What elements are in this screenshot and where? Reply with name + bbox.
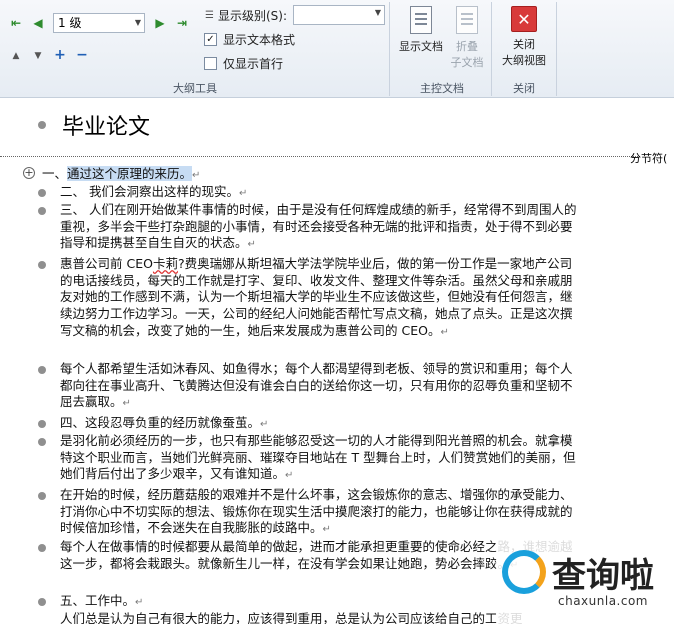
show-first-line-label: 仅显示首行 [223,57,284,71]
outline-bullet-icon[interactable] [38,207,46,215]
show-text-format-label: 显示文本格式 [223,33,296,47]
collapse-subdocuments-button[interactable]: 折叠 子文档 [447,6,487,70]
watermark-logo-icon [502,550,546,594]
paragraph-text-pre: 惠普公司前 CEO [60,256,153,271]
collapse-subdoc-label-1: 折叠 [456,40,478,53]
paragraph-mark-icon: ↵ [122,398,131,410]
close-group-label: 关闭 [513,82,535,95]
paragraph-text: 五、工作中。 [60,593,136,608]
paragraph-mark-icon: ↵ [247,239,256,251]
paragraph-text: 二、 我们会洞察出这样的现实。 [60,184,239,199]
paragraph-mark-icon: ↵ [322,524,331,536]
paragraph-mark-icon: ↵ [192,170,201,181]
demote-icon[interactable]: ▶ [152,15,168,31]
outline-paragraph[interactable]: + 一、通过这个原理的来历。↵ [23,166,580,185]
document-icon [410,6,432,34]
outline-paragraph[interactable]: 每个人都希望生活如沐春风、如鱼得水；每个人都渴望得到老板、领导的赏识和重用；每个… [38,361,580,413]
paragraph-mark-icon: ↵ [135,597,144,608]
selected-text: 通过这个原理的来历。 [67,166,193,181]
close-label-1: 关闭 [513,38,535,51]
outline-tools-group-label: 大纲工具 [173,82,217,95]
section-break-label: 分节符( [630,152,668,165]
paragraph-mark-icon: ↵ [238,188,248,199]
show-text-format-checkbox[interactable]: ✓ [204,33,217,46]
paragraph-text: 三、 人们在刚开始做某件事情的时候，由于是没有任何辉煌成绩的新手，经常得不到周围… [60,202,577,251]
section-break-line [0,156,640,157]
promote-to-heading1-icon[interactable]: ⇤ [8,15,24,31]
group-divider [389,2,390,96]
paragraph-prefix: 一、 [42,166,68,181]
subdocument-icon [456,6,478,34]
show-first-line-checkbox[interactable] [204,57,217,70]
paragraph-mark-icon: ↵ [260,419,269,430]
outline-paragraph[interactable]: 惠普公司前 CEO卡莉?费奥瑞娜从斯坦福大学法学院毕业后，做的第一份工作是一家地… [38,256,580,342]
close-label-2: 大纲视图 [502,54,546,67]
outline-paragraph[interactable]: 在开始的时候，经历蘑菇般的艰难并不是什么坏事，这会锻炼你的意志、增强你的承受能力… [38,487,580,539]
master-document-group-label: 主控文档 [420,82,464,95]
move-up-icon[interactable]: ▲ [8,48,24,64]
show-document-button[interactable]: 显示文档 [395,6,447,54]
group-divider [556,2,557,96]
outline-bullet-icon[interactable] [38,189,46,197]
outline-paragraph[interactable]: 二、 我们会洞察出这样的现实。↵ [38,184,580,203]
collapse-subdoc-label-2: 子文档 [450,56,484,69]
outline-bullet-icon[interactable] [38,420,46,428]
outline-paragraph[interactable]: 是羽化前必须经历的一步，也只有那些能够忍受这一切的人才能得到阳光普照的机会。就拿… [38,433,580,485]
chevron-down-icon: ▼ [374,8,381,17]
show-level-label: 显示级别(S): [217,9,287,23]
ribbon: ⇤ ◀ 1 级 ▼ ▶ ⇥ ▲ ▼ + − ☰ 显示级别(S): ▼ ✓ 显示文… [0,0,674,98]
show-first-line-row[interactable]: 仅显示首行 [204,55,283,72]
show-level-select[interactable]: ▼ [293,5,385,25]
outline-bullet-icon[interactable] [38,492,46,500]
show-level-icon: ☰ [205,10,214,21]
outline-bullet-icon[interactable] [38,598,46,606]
paragraph-mark-icon: ↵ [440,326,449,338]
watermark-domain: chaxunla.com [558,594,648,608]
document-title: 毕业论文 [62,115,151,140]
outline-level-value: 1 级 [58,16,82,30]
collapse-icon[interactable]: − [74,47,90,63]
promote-icon[interactable]: ◀ [30,15,46,31]
close-outline-view-button[interactable]: ✕ 关闭 大纲视图 [496,6,552,68]
show-level-row: ☰ 显示级别(S): [205,7,287,24]
move-down-icon[interactable]: ▼ [30,48,46,64]
paragraph-text: 四、这段忍辱负重的经历就像蚕茧。 [60,415,261,430]
outline-paragraph[interactable]: 三、 人们在刚开始做某件事情的时候，由于是没有任何辉煌成绩的新手，经常得不到周围… [38,202,580,254]
outline-paragraph[interactable]: 四、这段忍辱负重的经历就像蚕茧。↵ [38,415,580,434]
outline-level-select[interactable]: 1 级 ▼ [53,13,145,33]
close-icon: ✕ [511,6,537,32]
show-document-label: 显示文档 [399,40,443,53]
expand-plus-icon[interactable]: + [23,167,35,179]
outline-bullet-icon[interactable] [38,438,46,446]
paragraph-text: 是羽化前必须经历的一步，也只有那些能够忍受这一切的人才能得到阳光普照的机会。就拿… [60,433,576,482]
outline-bullet-icon[interactable] [38,544,46,552]
paragraph-text: 每个人都希望生活如沐春风、如鱼得水；每个人都渴望得到老板、领导的赏识和重用；每个… [60,361,573,410]
outline-bullet-icon[interactable] [38,261,46,269]
group-divider [491,2,492,96]
expand-icon[interactable]: + [52,47,68,63]
watermark: 查询啦 chaxunla.com [496,536,674,624]
spelling-error-text: 卡莉 [152,256,178,271]
outline-bullet-icon[interactable] [38,366,46,374]
paragraph-text: 人们总是认为自己有很大的能力，应该得到重用，总是认为公司应该给自己的工资更 [60,611,523,624]
outline-title-row[interactable]: 毕业论文 [38,109,150,141]
chevron-down-icon: ▼ [134,18,141,27]
demote-to-body-icon[interactable]: ⇥ [174,15,190,31]
paragraph-mark-icon: ↵ [285,470,294,482]
watermark-name: 查询啦 [552,556,654,596]
paragraph-text: 在开始的时候，经历蘑菇般的艰难并不是什么坏事，这会锻炼你的意志、增强你的承受能力… [60,487,573,536]
show-text-format-row[interactable]: ✓ 显示文本格式 [204,31,295,48]
outline-bullet-icon[interactable] [38,121,46,129]
